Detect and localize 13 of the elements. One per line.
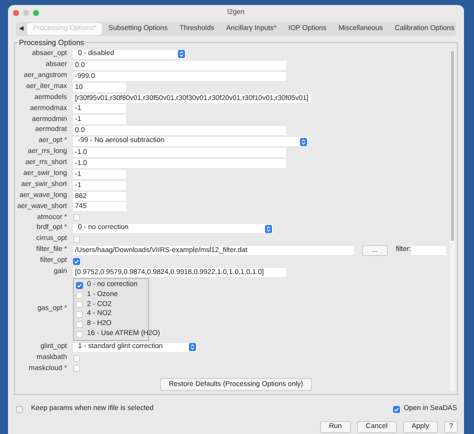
close-icon[interactable] (13, 10, 19, 16)
scroll-thumb[interactable] (451, 51, 454, 241)
stepper-icon[interactable] (178, 50, 185, 58)
zoom-icon[interactable] (33, 10, 39, 16)
checkbox[interactable] (16, 406, 23, 413)
stepper-icon[interactable] (189, 343, 196, 352)
minimize-icon[interactable] (23, 10, 29, 16)
stepper-icon[interactable] (300, 138, 307, 146)
checkbox[interactable] (73, 258, 80, 265)
checkbox[interactable] (392, 406, 400, 413)
checkbox[interactable] (76, 282, 83, 289)
scrollbar[interactable] (450, 51, 455, 391)
stepper-icon[interactable] (265, 224, 272, 233)
